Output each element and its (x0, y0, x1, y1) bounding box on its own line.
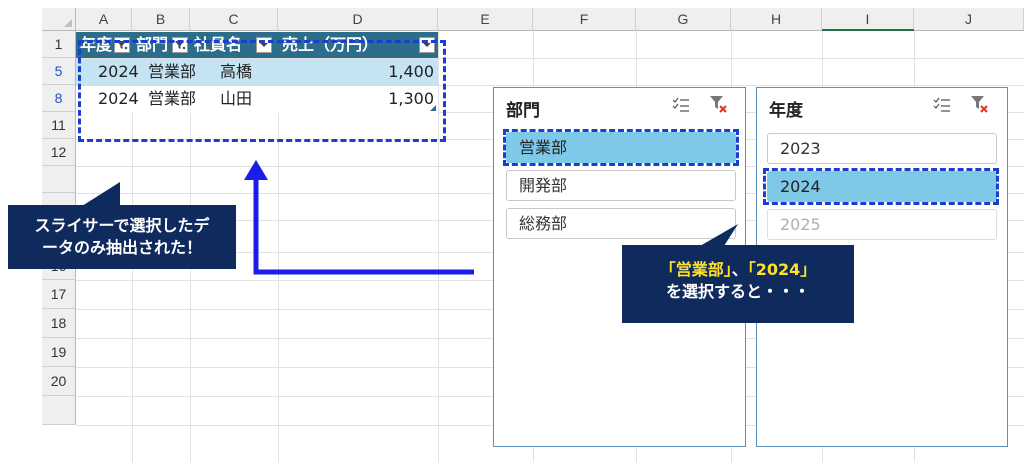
callout-right-line2: を選択すると・・・ (665, 282, 810, 301)
callout-highlight-year: 「2024」 (747, 260, 817, 279)
callout-right-line1: 「営業部」、「2024」 (622, 259, 854, 281)
callout-separator: 、 (731, 260, 748, 279)
callout-highlight-dept: 「営業部」 (659, 260, 732, 279)
